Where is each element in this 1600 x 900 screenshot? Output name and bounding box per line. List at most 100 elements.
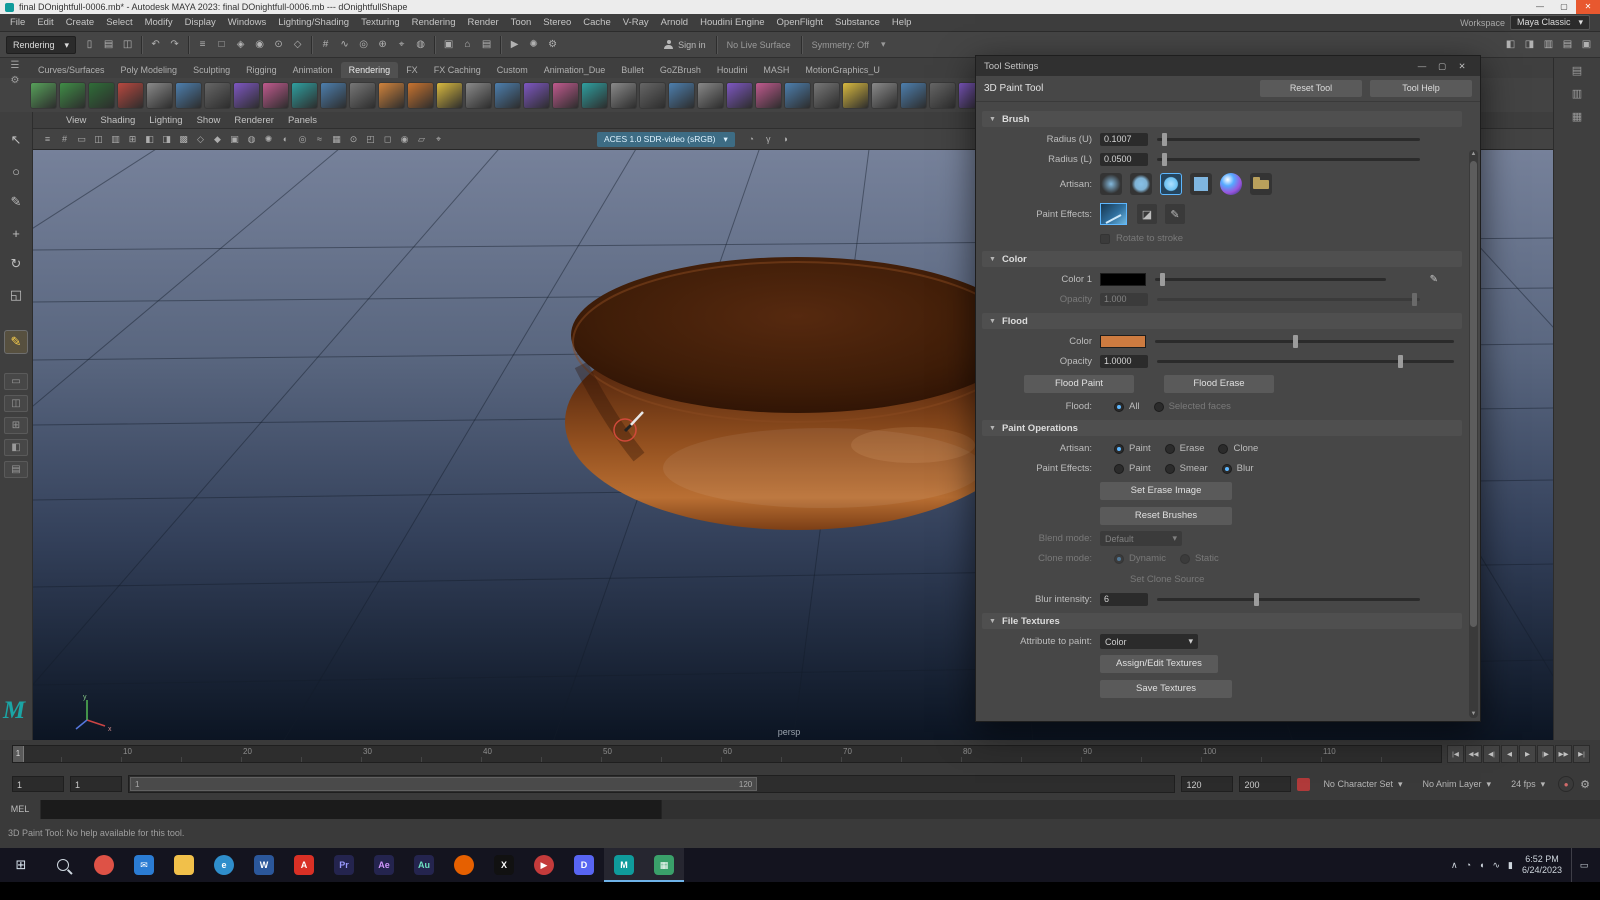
taskbar-explorer[interactable] xyxy=(164,848,204,882)
layout-four-panes[interactable]: ⊞ xyxy=(4,417,28,434)
menu-select[interactable]: Select xyxy=(100,14,138,32)
menu-help[interactable]: Help xyxy=(886,14,918,32)
shelf-icon-21[interactable] xyxy=(610,82,637,109)
rotate-tool[interactable]: ↻ xyxy=(4,252,28,276)
menu-texturing[interactable]: Texturing xyxy=(355,14,406,32)
film-gate-icon[interactable]: ▭ xyxy=(73,131,90,147)
brush-soft-icon[interactable] xyxy=(1100,173,1122,195)
menu-toon[interactable]: Toon xyxy=(505,14,538,32)
step-back-one-key-button[interactable]: ◀◀ xyxy=(1465,745,1482,763)
taskbar-discord[interactable]: D xyxy=(564,848,604,882)
taskbar-x[interactable]: X xyxy=(484,848,524,882)
move-tool[interactable]: + xyxy=(4,221,28,245)
shelf-icon-9[interactable] xyxy=(262,82,289,109)
taskbar-maya[interactable]: M xyxy=(604,848,644,882)
scroll-down-icon[interactable]: ▼ xyxy=(1469,711,1478,717)
range-slider-handle[interactable]: 1 120 xyxy=(130,777,757,791)
taskbar-pot-player[interactable]: ▶ xyxy=(524,848,564,882)
menu-windows[interactable]: Windows xyxy=(222,14,273,32)
shelf-icon-24[interactable] xyxy=(697,82,724,109)
ambient-occlusion-icon[interactable]: ◎ xyxy=(294,131,311,147)
donut-mesh[interactable] xyxy=(565,257,1029,530)
shelf-tab-animation[interactable]: Animation xyxy=(285,62,341,78)
set-erase-image-button[interactable]: Set Erase Image xyxy=(1100,482,1232,500)
colorspace-dropdown[interactable]: ACES 1.0 SDR-video (sRGB) ▾ xyxy=(597,132,735,147)
play-backwards-button[interactable]: ◀ xyxy=(1501,745,1518,763)
window-close-button[interactable]: ✕ xyxy=(1576,0,1600,14)
tool-settings-toggle-icon[interactable]: ▤ xyxy=(1559,36,1576,53)
taskbar-acrobat[interactable]: A xyxy=(284,848,324,882)
selection-mask-icon[interactable]: ◇ xyxy=(289,36,306,53)
panel-menu-panels[interactable]: Panels xyxy=(281,115,324,126)
flood-all-radio[interactable] xyxy=(1114,402,1124,412)
character-controls-toggle-icon[interactable]: ◨ xyxy=(1521,36,1538,53)
shelf-tab-bullet[interactable]: Bullet xyxy=(613,62,652,78)
color-management-icon[interactable]: ◑ xyxy=(777,131,794,147)
safe-action-icon[interactable]: ◧ xyxy=(141,131,158,147)
section-file-textures[interactable]: ▼ File Textures xyxy=(982,613,1462,629)
mel-toggle-button[interactable]: MEL xyxy=(0,800,41,819)
tray-battery-icon[interactable]: ▮ xyxy=(1508,860,1513,871)
exposure-icon[interactable]: ◔ xyxy=(743,131,760,147)
range-slider[interactable]: 1 120 xyxy=(128,775,1175,793)
depth-of-field-icon[interactable]: ⊙ xyxy=(345,131,362,147)
shelf-icon-27[interactable] xyxy=(784,82,811,109)
workspace-dropdown[interactable]: Maya Classic ▾ xyxy=(1510,15,1590,30)
menu-arnold[interactable]: Arnold xyxy=(655,14,694,32)
mel-command-input[interactable] xyxy=(41,800,661,819)
layout-hypershade[interactable]: ▤ xyxy=(4,461,28,478)
current-frame-marker[interactable]: 1 xyxy=(13,746,24,762)
layout-two-panes[interactable]: ◫ xyxy=(4,395,28,412)
redo-icon[interactable]: ↷ xyxy=(166,36,183,53)
menu-stereo[interactable]: Stereo xyxy=(537,14,577,32)
camera-attributes-icon[interactable]: ⌖ xyxy=(430,131,447,147)
isolate-select-icon[interactable]: ◰ xyxy=(362,131,379,147)
resolution-gate-icon[interactable]: ◫ xyxy=(90,131,107,147)
brush-solid-icon[interactable] xyxy=(1160,173,1182,195)
color1-swatch[interactable] xyxy=(1100,273,1146,286)
xray-mode-icon[interactable]: ◻ xyxy=(379,131,396,147)
wireframe-mode-icon[interactable]: ◇ xyxy=(192,131,209,147)
pfx-eraser-icon[interactable]: ◪ xyxy=(1137,204,1157,224)
flood-color-slider[interactable] xyxy=(1155,340,1454,343)
scroll-up-icon[interactable]: ▲ xyxy=(1469,151,1478,157)
gate-mask-icon[interactable]: ▥ xyxy=(107,131,124,147)
browse-brush-icon[interactable] xyxy=(1250,173,1272,195)
panel-menu-renderer[interactable]: Renderer xyxy=(227,115,281,126)
tool-settings-close-button[interactable]: ✕ xyxy=(1452,56,1472,76)
step-back-one-frame-button[interactable]: ◀| xyxy=(1483,745,1500,763)
command-response-area[interactable] xyxy=(661,800,1600,819)
flood-opacity-field[interactable]: 1.0000 xyxy=(1100,355,1148,368)
shelf-icon-4[interactable] xyxy=(117,82,144,109)
shelf-icon-14[interactable] xyxy=(407,82,434,109)
menu-v-ray[interactable]: V-Ray xyxy=(617,14,655,32)
play-forwards-button[interactable]: ▶ xyxy=(1519,745,1536,763)
menu-edit[interactable]: Edit xyxy=(31,14,59,32)
select-by-component-icon[interactable]: ◈ xyxy=(232,36,249,53)
panel-menu-show[interactable]: Show xyxy=(190,115,228,126)
brush-sphere-icon[interactable] xyxy=(1220,173,1242,195)
menu-set-dropdown[interactable]: Rendering ▾ xyxy=(6,36,76,54)
channel-box-toggle-icon[interactable]: ▣ xyxy=(1578,36,1595,53)
shelf-icon-28[interactable] xyxy=(813,82,840,109)
section-flood[interactable]: ▼ Flood xyxy=(982,313,1462,329)
shelf-tab-houdini[interactable]: Houdini xyxy=(709,62,756,78)
animation-start-field[interactable]: 1 xyxy=(12,776,64,792)
radius-u-field[interactable]: 0.1007 xyxy=(1100,133,1148,146)
slider-handle[interactable] xyxy=(1162,133,1167,146)
shelf-icon-16[interactable] xyxy=(465,82,492,109)
snap-to-view-plane-icon[interactable]: ⌖ xyxy=(393,36,410,53)
brush-square-icon[interactable] xyxy=(1190,173,1212,195)
step-forward-one-key-button[interactable]: ▶▶ xyxy=(1555,745,1572,763)
artisan-erase-radio[interactable] xyxy=(1165,444,1175,454)
shelf-icon-22[interactable] xyxy=(639,82,666,109)
shelf-icon-7[interactable] xyxy=(204,82,231,109)
shelf-icon-31[interactable] xyxy=(900,82,927,109)
pfx-brush-selected-icon[interactable] xyxy=(1100,203,1127,225)
open-scene-icon[interactable]: ▤ xyxy=(100,36,117,53)
shelf-tab-rendering[interactable]: Rendering xyxy=(341,62,399,78)
snap-to-point-icon[interactable]: ◎ xyxy=(355,36,372,53)
shadows-toggle-icon[interactable]: ◐ xyxy=(277,131,294,147)
shelf-menu-icon[interactable]: ☰ xyxy=(11,60,20,71)
shelf-icon-5[interactable] xyxy=(146,82,173,109)
